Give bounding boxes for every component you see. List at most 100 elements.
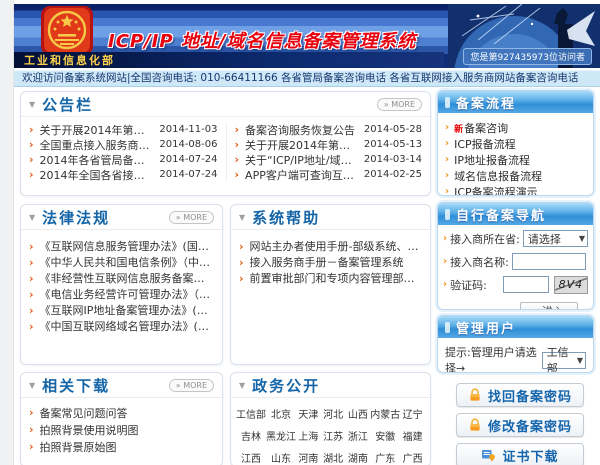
region-link[interactable]: 河北: [321, 406, 346, 421]
province-select[interactable]: 请选择 ▼: [523, 230, 588, 247]
region-link[interactable]: 广东: [370, 450, 400, 465]
law-link[interactable]: 《中华人民共和国电信条例》（中华人民共...: [40, 254, 214, 270]
arrow-bullet-icon: ›: [29, 139, 34, 150]
announcement-link[interactable]: 2014年全国各省接入商...: [40, 167, 155, 183]
chevron-down-icon: ▼: [579, 234, 585, 243]
captcha-image[interactable]: 8V4: [554, 276, 588, 294]
announcement-item: › 备案咨询服务恢复公告 2014-05-28: [227, 122, 431, 137]
announcement-item: › 2014年各省管局备案咨... 2014-07-24: [21, 152, 226, 167]
region-link[interactable]: 黑龙江: [266, 428, 296, 443]
announcement-item: › APP客户端可查询互联网站备... 2014-02-25: [227, 167, 431, 182]
arrow-bullet-icon: ›: [29, 289, 34, 300]
announcement-link[interactable]: 关于开展2014年第二次...: [40, 122, 155, 138]
process-link[interactable]: ICP报备流程: [454, 136, 516, 152]
region-link[interactable]: 浙江: [346, 428, 371, 443]
announcement-link[interactable]: 2014年各省管局备案咨...: [40, 152, 155, 168]
manage-user-select[interactable]: 工信部 ▼: [542, 352, 586, 369]
announcement-item: › 全国重点接入服务商网站备... 2014-08-06: [21, 137, 226, 152]
help-link[interactable]: 接入服务商手册－备案管理系统: [250, 254, 422, 270]
law-link[interactable]: 《非经营性互联网信息服务备案管理办法》(...: [40, 270, 214, 286]
arrow-bullet-icon: ›: [29, 305, 34, 316]
announcement-link[interactable]: APP客户端可查询互联网站备...: [245, 167, 359, 183]
download-link[interactable]: 备案常见问题问答: [40, 405, 214, 421]
arrow-bullet-icon: ›: [235, 139, 240, 150]
triangle-icon: ▼: [29, 381, 35, 390]
law-item: ›《中华人民共和国电信条例》（中华人民共...: [21, 254, 222, 270]
modify-password-button[interactable]: 修改备案密码: [456, 413, 584, 437]
captcha-input[interactable]: [503, 276, 549, 293]
announcement-link[interactable]: 关于“ICP/IP地址/域名...: [245, 152, 359, 168]
region-link[interactable]: 天津: [296, 406, 321, 421]
announcement-date: 2014-11-03: [159, 124, 217, 135]
manage-users-panel: 管理用户 提示:管理用户请选择→ 工信部 ▼ 然后点击→ [进入]: [437, 315, 594, 373]
triangle-icon: ▼: [239, 381, 245, 390]
region-link[interactable]: 江西: [236, 450, 266, 465]
download-item: ›拍照背景使用说明图: [21, 421, 222, 438]
region-link[interactable]: 福建: [400, 428, 425, 443]
process-link[interactable]: IP地址报备流程: [454, 152, 530, 168]
announcement-item: › 关于开展2014年第二次... 2014-11-03: [21, 122, 226, 137]
chevron-down-icon: ▼: [577, 356, 583, 365]
process-link[interactable]: ICP备案流程演示: [454, 184, 538, 196]
region-link[interactable]: 山东: [266, 450, 296, 465]
site-title: ICP/IP 地址/域名信息备案管理系统: [108, 27, 416, 53]
law-link[interactable]: 《互联网信息服务管理办法》(国务院292...: [40, 238, 214, 254]
laws-title: 法律法规: [42, 207, 169, 228]
announcement-link[interactable]: 关于开展2014年第一次全国...: [245, 137, 359, 153]
download-link[interactable]: 拍照背景使用说明图: [40, 422, 214, 438]
announcements-more-button[interactable]: » MORE: [377, 98, 422, 111]
download-link[interactable]: 拍照背景原始图: [40, 439, 214, 455]
announcement-date: 2014-03-14: [364, 154, 422, 165]
laws-header: ▼ 法律法规 » MORE: [21, 205, 222, 230]
system-help-panel: ▼ 系统帮助 ›网站主办者使用手册-部级系统、各省局系统 ›接入服务商手册－备案…: [230, 204, 431, 365]
isp-name-input[interactable]: [512, 253, 586, 270]
arrow-bullet-icon: ›: [29, 124, 34, 135]
captcha-label: 验证码:: [450, 277, 487, 293]
arrow-bullet-icon: ›: [239, 241, 244, 252]
downloads-panel: ▼ 相关下载 » MORE ›备案常见问题问答 ›拍照背景使用说明图 ›拍照背景…: [20, 372, 223, 465]
region-link[interactable]: 辽宁: [400, 406, 425, 421]
process-link[interactable]: 备案咨询: [464, 120, 508, 136]
region-link[interactable]: 吉林: [236, 428, 266, 443]
help-link[interactable]: 网站主办者使用手册-部级系统、各省局系统: [250, 238, 422, 254]
region-link[interactable]: 江苏: [321, 428, 346, 443]
modify-password-label: 修改备案密码: [488, 416, 572, 435]
region-link[interactable]: 安徽: [370, 428, 400, 443]
process-item: ›IP地址报备流程: [438, 152, 593, 168]
law-item: › 《互联网IP地址备案管理办法》(信息产业...: [21, 302, 222, 318]
help-item: ›前置审批部门和专项内容管理部门登录指南: [231, 270, 430, 286]
header-tick-icon: [445, 209, 450, 220]
retrieve-password-button[interactable]: 找回备案密码: [456, 383, 584, 407]
laws-more-button[interactable]: » MORE: [169, 211, 214, 224]
announcement-link[interactable]: 备案咨询服务恢复公告: [245, 122, 359, 138]
downloads-header: ▼ 相关下载 » MORE: [21, 373, 222, 398]
enter-button[interactable]: › 进入: [520, 302, 578, 311]
region-link[interactable]: 湖南: [346, 450, 371, 465]
certificate-download-button[interactable]: 证书下载: [456, 443, 584, 465]
downloads-more-button[interactable]: » MORE: [169, 379, 214, 392]
law-link[interactable]: 《互联网IP地址备案管理办法》(信息产业...: [40, 302, 214, 318]
announcements-title: 公告栏: [42, 94, 377, 115]
region-link[interactable]: 工信部: [236, 406, 266, 421]
arrow-bullet-icon: ›: [445, 139, 449, 149]
isp-row: › 接入商名称:: [443, 252, 588, 271]
arrow-bullet-icon: ›: [235, 124, 240, 135]
region-link[interactable]: 山西: [346, 406, 371, 421]
captcha-row: › 验证码: 8V4: [443, 275, 588, 294]
announcement-link[interactable]: 全国重点接入服务商网站备...: [40, 137, 155, 153]
help-link[interactable]: 前置审批部门和专项内容管理部门登录指南: [250, 270, 422, 286]
region-link[interactable]: 广西: [400, 450, 425, 465]
arrow-bullet-icon: ›: [443, 280, 447, 290]
process-link[interactable]: 域名信息报备流程: [454, 168, 542, 184]
region-link[interactable]: 上海: [296, 428, 321, 443]
region-link[interactable]: 北京: [266, 406, 296, 421]
law-link[interactable]: 《电信业务经营许可管理办法》（工业和信息...: [40, 286, 214, 302]
region-link[interactable]: 河南: [296, 450, 321, 465]
region-link[interactable]: 内蒙古: [370, 406, 400, 421]
process-item: ›域名信息报备流程: [438, 168, 593, 184]
region-link[interactable]: 湖北: [321, 450, 346, 465]
law-link[interactable]: 《中国互联网络域名管理办法》(信息产业部...: [40, 318, 214, 334]
arrow-bullet-icon: ›: [443, 234, 447, 244]
announcements-panel: ▼ 公告栏 » MORE › 关于开展2014年第二次... 2014-11-0…: [20, 91, 431, 196]
system-help-list: ›网站主办者使用手册-部级系统、各省局系统 ›接入服务商手册－备案管理系统 ›前…: [231, 230, 430, 286]
